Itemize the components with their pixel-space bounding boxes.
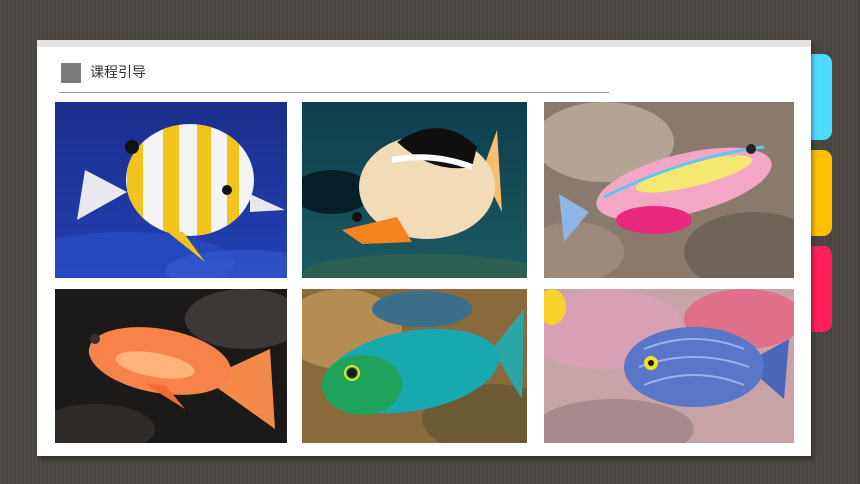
fish-photo-orange-anthias bbox=[55, 289, 287, 443]
fish-photo-blue-striped-tang bbox=[544, 289, 794, 443]
section-header: 课程引导 bbox=[59, 60, 609, 93]
fish-photo-green-unicornfish bbox=[302, 289, 527, 443]
fish-photo-copperband-butterflyfish bbox=[55, 102, 287, 278]
fish-photo-pink-wrasse bbox=[544, 102, 794, 278]
fish-photo-saddled-butterflyfish bbox=[302, 102, 527, 278]
header-square-icon bbox=[61, 63, 81, 83]
page-title: 课程引导 bbox=[90, 65, 146, 81]
content-card: 课程引导 bbox=[37, 40, 811, 456]
